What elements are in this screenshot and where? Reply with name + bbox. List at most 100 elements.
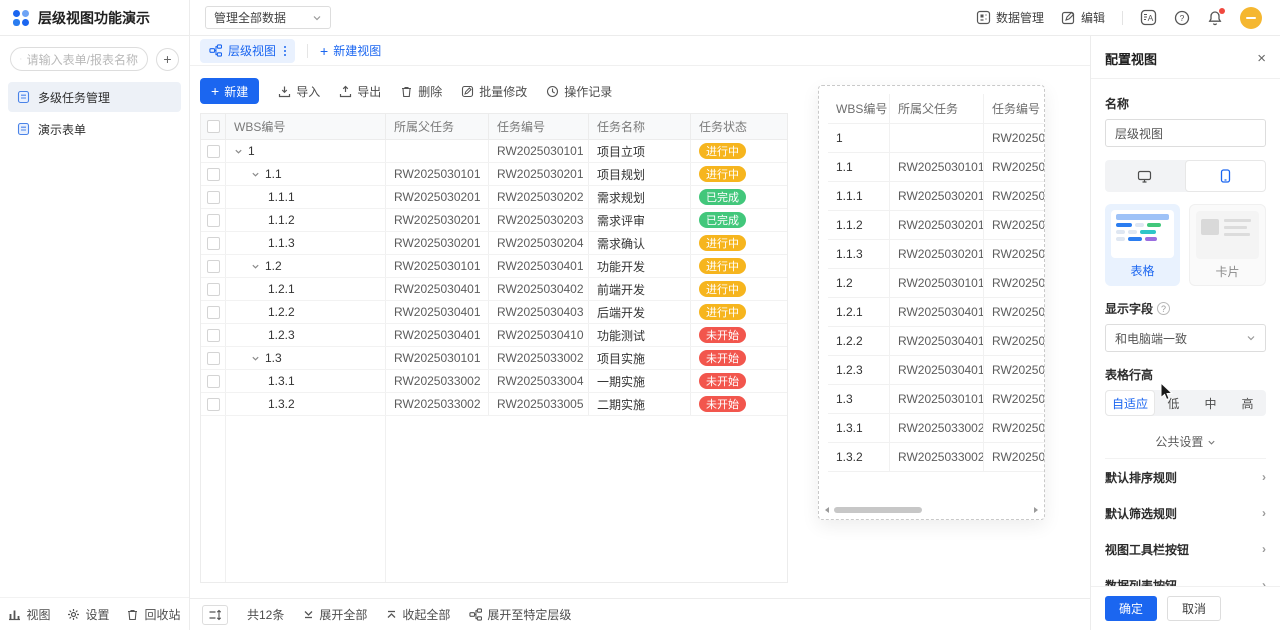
preview-horizontal-scrollbar[interactable] xyxy=(825,505,1038,514)
view-type-card-card[interactable]: 卡片 xyxy=(1189,204,1266,286)
recycle-bin-button[interactable]: 回收站 xyxy=(126,606,180,623)
expand-all-button[interactable]: 展开全部 xyxy=(303,606,367,623)
wbs-tree-cell[interactable]: 1.3.1 xyxy=(226,370,386,392)
row-checkbox[interactable] xyxy=(201,232,226,254)
common-settings-link[interactable]: 公共设置 xyxy=(1105,433,1266,450)
wbs-tree-cell[interactable]: 1.2.1 xyxy=(226,278,386,300)
settings-button[interactable]: 设置 xyxy=(67,606,109,623)
row-checkbox[interactable] xyxy=(201,324,226,346)
row-height-option-1[interactable]: 自适应 xyxy=(1105,390,1155,416)
sidebar-item-1[interactable]: 多级任务管理 xyxy=(8,82,181,112)
wbs-tree-cell[interactable]: 1.1.3 xyxy=(226,232,386,254)
add-form-button[interactable]: + xyxy=(156,48,179,71)
expand-to-level-button[interactable]: 展开至特定层级 xyxy=(469,606,571,623)
notifications-button[interactable] xyxy=(1207,10,1223,26)
preview-column-header[interactable]: 任务编号 xyxy=(984,94,1045,123)
wbs-tree-cell[interactable]: 1.1.1 xyxy=(226,186,386,208)
row-height-option-2[interactable]: 低 xyxy=(1155,390,1192,416)
batch-edit-button[interactable]: 批量修改 xyxy=(461,83,527,100)
config-section-3[interactable]: 视图工具栏按钮› xyxy=(1105,531,1266,567)
config-section-4[interactable]: 数据列表按钮› xyxy=(1105,567,1266,586)
new-record-button[interactable]: + 新建 xyxy=(200,78,259,104)
task-code-cell: RW2025030401 xyxy=(489,255,589,277)
display-fields-select[interactable]: 和电脑端一致 xyxy=(1105,324,1266,352)
close-icon[interactable]: × xyxy=(1257,51,1266,66)
help-icon[interactable]: ? xyxy=(1157,302,1170,315)
row-height-option-4[interactable]: 高 xyxy=(1229,390,1266,416)
wbs-tree-cell[interactable]: 1.1.2 xyxy=(226,209,386,231)
mobile-toggle[interactable] xyxy=(1185,160,1267,192)
collapse-all-button[interactable]: 收起全部 xyxy=(386,606,450,623)
search-input[interactable]: 请输入表单/报表名称 xyxy=(10,47,148,71)
confirm-button[interactable]: 确定 xyxy=(1105,596,1157,621)
select-all-checkbox[interactable] xyxy=(201,114,226,139)
delete-button[interactable]: 删除 xyxy=(400,83,442,100)
preview-column-header[interactable]: WBS编号 xyxy=(828,94,890,123)
tree-expand-icon[interactable] xyxy=(251,354,260,363)
language-icon[interactable]: A xyxy=(1140,9,1157,26)
table-row[interactable]: 1.3.1RW2025033002RW2025033004一期实施未开始 xyxy=(201,370,787,393)
data-manage-button[interactable]: 数据管理 xyxy=(976,9,1044,26)
export-button[interactable]: 导出 xyxy=(339,83,381,100)
table-row[interactable]: 1.2RW2025030101RW2025030401功能开发进行中 xyxy=(201,255,787,278)
scroll-right-icon[interactable] xyxy=(1034,507,1038,513)
section-label: 视图工具栏按钮 xyxy=(1105,541,1189,558)
desktop-toggle[interactable] xyxy=(1105,160,1185,192)
row-checkbox[interactable] xyxy=(201,278,226,300)
row-checkbox[interactable] xyxy=(201,393,226,415)
cancel-button[interactable]: 取消 xyxy=(1167,596,1221,621)
table-row[interactable]: 1.2.1RW2025030401RW2025030402前端开发进行中 xyxy=(201,278,787,301)
avatar[interactable] xyxy=(1240,7,1262,29)
table-row[interactable]: 1.2.3RW2025030401RW2025030410功能测试未开始 xyxy=(201,324,787,347)
tab-more-icon[interactable] xyxy=(284,46,286,56)
operation-log-button[interactable]: 操作记录 xyxy=(546,83,612,100)
wbs-tree-cell[interactable]: 1.3.2 xyxy=(226,393,386,415)
row-checkbox[interactable] xyxy=(201,370,226,392)
tree-expand-icon[interactable] xyxy=(251,170,260,179)
table-row[interactable]: 1.1.2RW2025030201RW2025030203需求评审已完成 xyxy=(201,209,787,232)
table-row[interactable]: 1RW2025030101项目立项进行中 xyxy=(201,140,787,163)
row-checkbox[interactable] xyxy=(201,255,226,277)
wbs-tree-cell[interactable]: 1.2.3 xyxy=(226,324,386,346)
row-height-option-3[interactable]: 中 xyxy=(1192,390,1229,416)
task-status-cell: 进行中 xyxy=(691,232,787,254)
row-checkbox[interactable] xyxy=(201,140,226,162)
sidebar-item-2[interactable]: 演示表单 xyxy=(8,114,181,144)
import-button[interactable]: 导入 xyxy=(278,83,320,100)
scrollbar-thumb[interactable] xyxy=(834,507,922,513)
preview-cell: 1.2.3 xyxy=(828,356,890,384)
edit-button[interactable]: 编辑 xyxy=(1061,9,1105,26)
tab-hierarchy-view[interactable]: 层级视图 xyxy=(200,39,295,63)
table-row[interactable]: 1.3.2RW2025033002RW2025033005二期实施未开始 xyxy=(201,393,787,416)
row-checkbox[interactable] xyxy=(201,163,226,185)
data-scope-dropdown[interactable]: 管理全部数据 xyxy=(205,6,331,29)
wbs-tree-cell[interactable]: 1.1 xyxy=(226,163,386,185)
table-row[interactable]: 1.1.3RW2025030201RW2025030204需求确认进行中 xyxy=(201,232,787,255)
preview-cell: RW2025030101 xyxy=(890,269,984,297)
config-section-2[interactable]: 默认筛选规则› xyxy=(1105,495,1266,531)
scroll-left-icon[interactable] xyxy=(825,507,829,513)
config-section-1[interactable]: 默认排序规则› xyxy=(1105,459,1266,495)
row-checkbox[interactable] xyxy=(201,209,226,231)
new-view-button[interactable]: + 新建视图 xyxy=(320,42,381,59)
view-name-input[interactable]: 层级视图 xyxy=(1105,119,1266,147)
table-row[interactable]: 1.3RW2025030101RW2025033002项目实施未开始 xyxy=(201,347,787,370)
row-checkbox[interactable] xyxy=(201,186,226,208)
row-checkbox[interactable] xyxy=(201,301,226,323)
views-button[interactable]: 视图 xyxy=(8,606,50,623)
row-checkbox[interactable] xyxy=(201,347,226,369)
tree-expand-icon[interactable] xyxy=(234,147,243,156)
table-row[interactable]: 1.2.2RW2025030401RW2025030403后端开发进行中 xyxy=(201,301,787,324)
wbs-tree-cell[interactable]: 1.2 xyxy=(226,255,386,277)
wbs-tree-cell[interactable]: 1.3 xyxy=(226,347,386,369)
section-label: 默认筛选规则 xyxy=(1105,505,1177,522)
view-type-table-card[interactable]: 表格 xyxy=(1105,204,1180,286)
table-row[interactable]: 1.1RW2025030101RW2025030201项目规划进行中 xyxy=(201,163,787,186)
row-height-button[interactable] xyxy=(202,605,228,625)
table-row[interactable]: 1.1.1RW2025030201RW2025030202需求规划已完成 xyxy=(201,186,787,209)
preview-column-header[interactable]: 所属父任务 xyxy=(890,94,984,123)
help-icon[interactable]: ? xyxy=(1174,10,1190,26)
wbs-tree-cell[interactable]: 1.2.2 xyxy=(226,301,386,323)
wbs-tree-cell[interactable]: 1 xyxy=(226,140,386,162)
tree-expand-icon[interactable] xyxy=(251,262,260,271)
